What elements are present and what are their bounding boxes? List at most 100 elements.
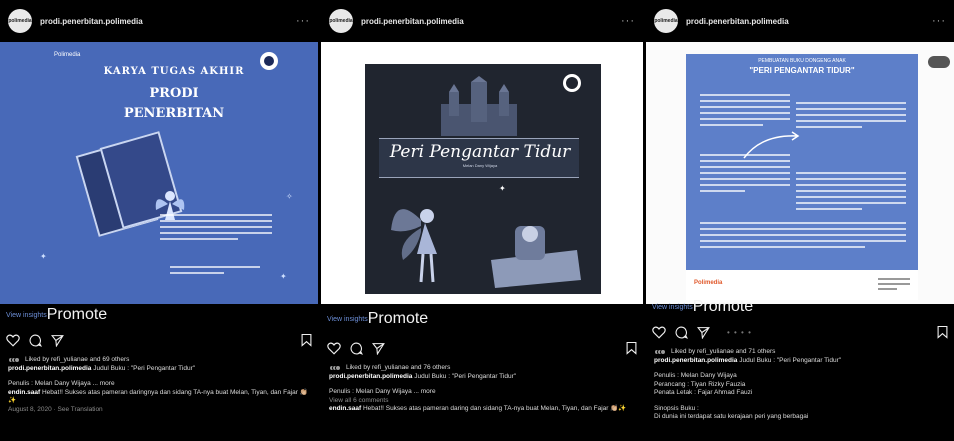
post-header: polimedia prodi.penerbitan.polimedia ··· (646, 0, 954, 42)
action-bar (327, 338, 637, 358)
caption-line: Perancang : Tiyan Rizky Fauzia (654, 380, 746, 388)
caption-line: Di dunia ini terdapat satu kerajaan peri… (654, 413, 809, 420)
caption-text: Judul Buku : "Peri Pengantar Tidur" (739, 356, 842, 364)
instagram-post-1: polimedia prodi.penerbitan.polimedia ···… (0, 0, 318, 441)
promote-button[interactable]: Promote (693, 298, 753, 316)
share-icon[interactable] (51, 334, 64, 347)
insights-bar: View insights Promote (646, 298, 954, 316)
post-text: Liked by refi_yulianae and 71 others pro… (654, 348, 946, 422)
caption-line: Penulis : Melan Dany Wijaya ... more (8, 380, 115, 387)
poster-footer-logo: Polimedia (694, 280, 723, 286)
poster-text-block (700, 222, 906, 252)
like-heart-icon[interactable] (6, 334, 20, 347)
share-icon[interactable] (697, 326, 710, 339)
promote-button[interactable]: Promote (368, 310, 428, 328)
poster-footer-credits (878, 278, 910, 292)
profile-username[interactable]: prodi.penerbitan.polimedia (686, 17, 789, 26)
bed-icon (491, 226, 581, 288)
sparkle-icon: ✦ (280, 272, 287, 281)
likes-count[interactable]: Liked by refi_yulianae and 76 others (346, 364, 450, 373)
comment: endin.saaf Hebat!! Sukses atas pameran d… (329, 405, 635, 414)
poster-footer: Polimedia (686, 270, 918, 300)
comment: endin.saaf Hebat!! Sukses atas pameran d… (8, 389, 310, 406)
poster-text-block (700, 154, 790, 196)
post-header: polimedia prodi.penerbitan.polimedia ··· (0, 0, 318, 42)
caption-username[interactable]: prodi.penerbitan.polimedia (329, 373, 412, 380)
comment-username[interactable]: endin.saaf (329, 405, 361, 412)
poster-description (160, 214, 272, 256)
caption: prodi.penerbitan.polimedia Judul Buku : … (329, 373, 635, 382)
save-bookmark-icon[interactable] (626, 341, 637, 355)
action-bar: • • • • (652, 322, 948, 342)
profile-username[interactable]: prodi.penerbitan.polimedia (361, 17, 464, 26)
post-time: August 8, 2020 · See Translation (8, 405, 103, 413)
poster-heading: PEMBUATAN BUKU DONGENG ANAK "PERI PENGAN… (696, 58, 908, 75)
caption: prodi.penerbitan.polimedia Judul Buku : … (654, 357, 946, 366)
cover-title: Peri Pengantar Tidur (389, 142, 571, 162)
comment-text: Hebat!! Sukses atas pameran daring dan s… (362, 405, 627, 412)
post-text: Liked by refi_yulianae and 69 others pro… (8, 356, 310, 414)
view-insights-link[interactable]: View insights (6, 312, 47, 319)
arrow-icon (743, 131, 800, 159)
more-options-icon[interactable]: ··· (296, 15, 310, 27)
likes-row[interactable]: Liked by refi_yulianae and 69 others (8, 356, 310, 365)
more-options-icon[interactable]: ··· (621, 15, 635, 27)
book-cover: Peri Pengantar Tidur Melan Dany Wijaya ✦ (365, 64, 601, 294)
view-comments-link[interactable]: View all 6 comments (329, 397, 635, 406)
poster-text-block (700, 94, 790, 130)
insights-bar: View insights Promote (0, 306, 318, 324)
profile-avatar[interactable]: polimedia (8, 9, 32, 33)
post-image[interactable]: PEMBUATAN BUKU DONGENG ANAK "PERI PENGAN… (646, 42, 954, 304)
poster-heading-line1: PEMBUATAN BUKU DONGENG ANAK (758, 58, 846, 64)
poster-title-line3: PENERBITAN (123, 106, 225, 121)
promote-button[interactable]: Promote (47, 306, 107, 324)
profile-avatar[interactable]: polimedia (329, 9, 353, 33)
post-image[interactable]: Peri Pengantar Tidur Melan Dany Wijaya ✦ (321, 42, 643, 304)
poster-logo: Polimedia (54, 52, 81, 58)
caption-text: Judul Buku : "Peri Pengantar Tidur" (93, 364, 196, 372)
post-image[interactable]: Polimedia KARYA TUGAS AKHIR PRODI PENERB… (0, 42, 318, 304)
carousel-indicator-icon (928, 56, 950, 68)
caption: prodi.penerbitan.polimedia Judul Buku : … (8, 365, 310, 374)
profile-avatar[interactable]: polimedia (654, 9, 678, 33)
likes-count[interactable]: Liked by refi_yulianae and 71 others (671, 348, 775, 357)
caption-line: Penata Letak : Fajar Ahmad Fauzi (654, 389, 753, 396)
like-heart-icon[interactable] (652, 326, 666, 339)
instagram-post-2: polimedia prodi.penerbitan.polimedia ···… (321, 0, 643, 441)
fairy-icon (391, 209, 437, 283)
caption-line: Penulis : Melan Dany Wijaya (654, 372, 737, 379)
liker-avatars (8, 357, 20, 364)
poster-title-line1: KARYA TUGAS AKHIR (103, 66, 245, 77)
likes-count[interactable]: Liked by refi_yulianae and 69 others (25, 356, 129, 365)
post-text: Liked by refi_yulianae and 76 others pro… (329, 364, 635, 414)
comment-username[interactable]: endin.saaf (8, 389, 40, 396)
poster-credits (170, 266, 260, 286)
instagram-post-3: polimedia prodi.penerbitan.polimedia ···… (646, 0, 954, 441)
view-insights-link[interactable]: View insights (652, 304, 693, 311)
share-icon[interactable] (372, 342, 385, 355)
poster-title-line2: PRODI (149, 86, 199, 101)
liker-avatars (654, 349, 666, 356)
more-options-icon[interactable]: ··· (932, 15, 946, 27)
save-bookmark-icon[interactable] (937, 325, 948, 339)
likes-row[interactable]: Liked by refi_yulianae and 76 others (329, 364, 635, 373)
save-bookmark-icon[interactable] (301, 333, 312, 347)
caption-line: Penulis : Melan Dany Wijaya ... more (329, 388, 436, 395)
profile-username[interactable]: prodi.penerbitan.polimedia (40, 17, 143, 26)
action-bar (6, 330, 312, 350)
carousel-dots: • • • • (727, 327, 752, 337)
post-header: polimedia prodi.penerbitan.polimedia ··· (321, 0, 643, 42)
comment-icon[interactable] (350, 342, 363, 355)
caption-username[interactable]: prodi.penerbitan.polimedia (8, 365, 91, 372)
comment-icon[interactable] (675, 326, 688, 339)
view-insights-link[interactable]: View insights (327, 316, 368, 323)
like-heart-icon[interactable] (327, 342, 341, 355)
caption-text: Judul Buku : "Peri Pengantar Tidur" (414, 372, 517, 380)
likes-row[interactable]: Liked by refi_yulianae and 71 others (654, 348, 946, 357)
insights-bar: View insights Promote (321, 310, 643, 328)
cover-author: Melan Dany Wijaya (462, 163, 498, 168)
poster-badge-icon (563, 74, 581, 92)
poster-heading-line2: "PERI PENGANTAR TIDUR" (749, 66, 855, 75)
comment-icon[interactable] (29, 334, 42, 347)
caption-username[interactable]: prodi.penerbitan.polimedia (654, 357, 737, 364)
